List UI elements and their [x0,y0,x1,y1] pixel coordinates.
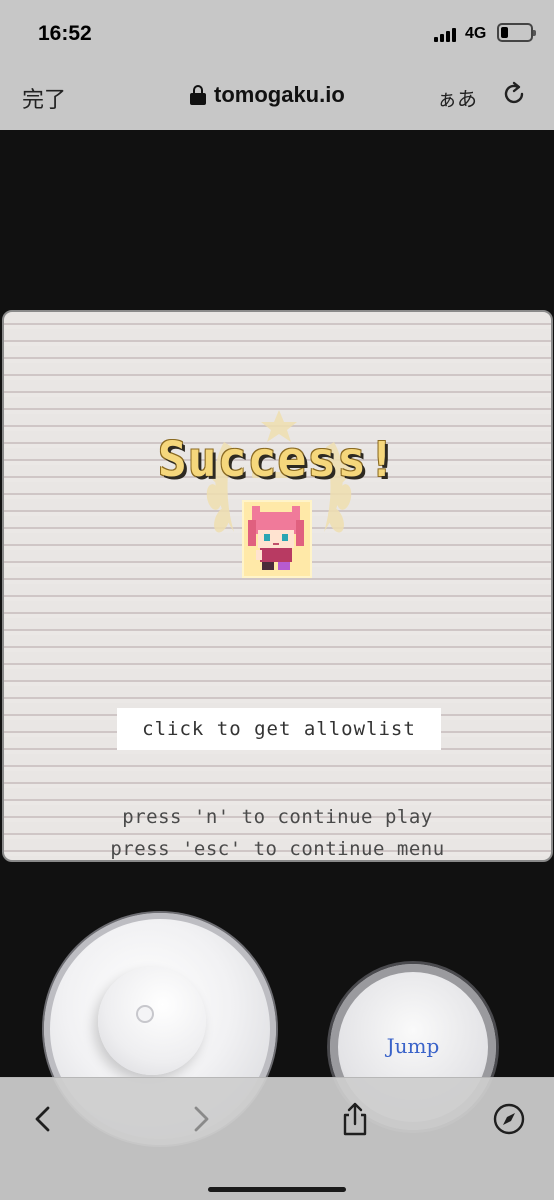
safari-bottom-toolbar [0,1077,554,1200]
joystick-knob[interactable] [98,967,206,1075]
jump-label: Jump [386,1034,440,1058]
browser-top-chrome: 16:52 4G 完了 tomogaku.io ぁあ [0,0,554,130]
network-type: 4G [465,25,487,42]
success-title: Success! [157,432,398,488]
address-bar[interactable]: tomogaku.io [190,80,345,110]
continue-menu-hint: press 'esc' to continue menu [110,838,445,860]
text-size-button[interactable]: ぁあ [437,83,477,112]
status-bar: 16:52 4G [0,0,554,66]
cellular-signal-icon [434,26,460,42]
get-allowlist-button[interactable]: click to get allowlist [117,708,441,750]
share-icon[interactable] [338,1102,372,1136]
chevron-left-icon[interactable] [26,1102,60,1136]
url-text: tomogaku.io [214,82,345,107]
chevron-right-icon[interactable] [184,1102,218,1136]
battery-icon [497,23,536,42]
lock-icon [190,85,206,105]
status-time: 16:52 [38,22,92,45]
home-indicator [208,1187,346,1192]
pixel-character-icon [242,500,312,578]
compass-icon[interactable] [492,1102,526,1136]
done-button[interactable]: 完了 [22,82,66,114]
safari-nav-bar: 完了 tomogaku.io ぁあ [0,66,554,130]
joystick-center-dot [136,1005,154,1023]
continue-play-hint: press 'n' to continue play [122,806,433,828]
success-dialog: Success! click to get allowlist press 'n… [2,310,553,862]
reload-icon[interactable] [500,80,528,108]
